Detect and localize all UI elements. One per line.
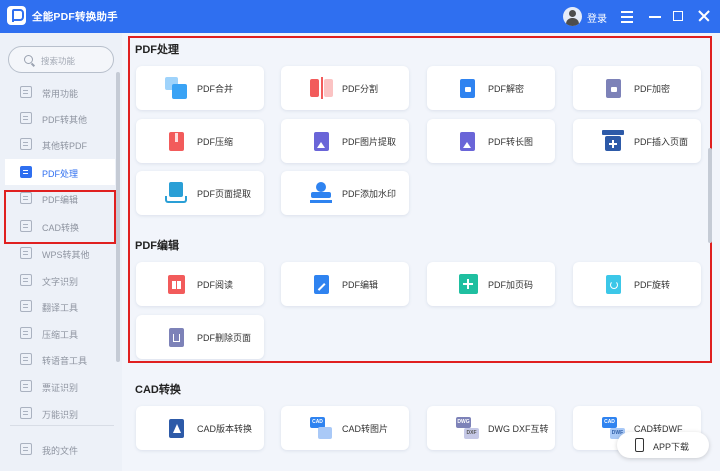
sidebar-item-compress[interactable]: 压缩工具	[5, 320, 115, 346]
cad-version-icon	[165, 417, 188, 439]
maximize-button[interactable]	[668, 6, 688, 26]
title-bar: 全能PDF转换助手 登录	[0, 0, 720, 33]
sidebar-item-other-to-pdf[interactable]: 其他转PDF	[5, 131, 115, 157]
highlight-box-main	[128, 36, 712, 363]
sidebar-item-label: 其他转PDF	[42, 141, 88, 151]
cad-badge: CAD	[602, 417, 617, 428]
card-label: DWG DXF互转	[488, 424, 549, 434]
sidebar-item-label: WPS转其他	[42, 250, 90, 260]
universal-icon	[20, 407, 32, 419]
card-cad-version[interactable]: CAD版本转换	[136, 406, 264, 450]
sidebar-item-pdf-to-other[interactable]: PDF转其他	[5, 105, 115, 131]
search-icon	[24, 55, 33, 64]
app-download-button[interactable]: APP下载	[617, 432, 709, 458]
search-placeholder: 搜索功能	[41, 56, 76, 66]
sidebar-item-label: 票证识别	[42, 383, 79, 393]
sidebar-item-common[interactable]: 常用功能	[5, 79, 115, 105]
common-icon	[20, 86, 32, 98]
sidebar-item-label: 转语音工具	[42, 356, 88, 366]
compress-tool-icon	[20, 327, 32, 339]
cad-image-icon: CAD	[310, 417, 333, 439]
sidebar-item-voice[interactable]: 转语音工具	[5, 346, 115, 372]
sidebar-item-my-files[interactable]: 我的文件	[5, 436, 115, 462]
sidebar-scrollbar[interactable]	[116, 72, 120, 362]
sidebar-item-label: 压缩工具	[42, 330, 79, 340]
card-cad-to-image[interactable]: CAD CAD转图片	[281, 406, 409, 450]
wps-icon	[20, 247, 32, 259]
sidebar-item-pdf-process[interactable]: PDF处理	[5, 159, 115, 185]
dwg-badge: DWG	[456, 417, 471, 428]
search-input[interactable]: 搜索功能	[8, 46, 114, 73]
other-to-pdf-icon	[20, 138, 32, 150]
sidebar-item-label: PDF转其他	[42, 115, 88, 125]
sidebar-item-ocr[interactable]: 文字识别	[5, 267, 115, 293]
login-link[interactable]: 登录	[587, 10, 607, 25]
app-download-label: APP下载	[653, 442, 690, 452]
sidebar-item-label: 翻译工具	[42, 303, 79, 313]
card-dwg-dxf[interactable]: DWG DXF DWG DXF互转	[427, 406, 555, 450]
sidebar-item-label: 万能识别	[42, 410, 79, 420]
sidebar-item-label: 我的文件	[42, 446, 79, 456]
sidebar-item-label: 文字识别	[42, 277, 79, 287]
menu-button[interactable]	[617, 6, 637, 26]
app-logo-icon	[7, 6, 26, 25]
sidebar: 搜索功能 常用功能 PDF转其他 其他转PDF PDF处理 PDF编辑 CAD转…	[0, 33, 122, 471]
folder-icon	[20, 443, 32, 455]
section-title: CAD转换	[135, 384, 181, 396]
minimize-button[interactable]	[645, 6, 665, 26]
user-avatar-icon[interactable]	[563, 7, 582, 26]
sidebar-item-universal[interactable]: 万能识别	[5, 400, 115, 426]
pdf-process-icon	[20, 166, 32, 178]
translate-icon	[20, 300, 32, 312]
sidebar-item-ticket[interactable]: 票证识别	[5, 373, 115, 399]
highlight-box-sidebar	[4, 190, 116, 244]
phone-icon	[635, 438, 644, 452]
close-button[interactable]	[694, 6, 714, 26]
sidebar-divider	[10, 425, 114, 426]
sidebar-item-translate[interactable]: 翻译工具	[5, 293, 115, 319]
pdf-to-other-icon	[20, 112, 32, 124]
main-panel: PDF处理 PDF合并 PDF分割 PDF解密 PDF加密 PDF压缩 PDF图…	[122, 33, 720, 471]
main-scrollbar[interactable]	[708, 148, 712, 243]
dwg-dxf-icon: DWG DXF	[456, 417, 479, 439]
card-label: CAD转图片	[342, 424, 389, 434]
card-label: CAD版本转换	[197, 424, 253, 434]
app-title: 全能PDF转换助手	[32, 11, 118, 23]
sidebar-item-label: PDF处理	[42, 169, 79, 179]
dxf-badge: DXF	[464, 428, 479, 439]
ocr-icon	[20, 274, 32, 286]
sidebar-item-label: 常用功能	[42, 89, 79, 99]
voice-icon	[20, 353, 32, 365]
ticket-icon	[20, 380, 32, 392]
